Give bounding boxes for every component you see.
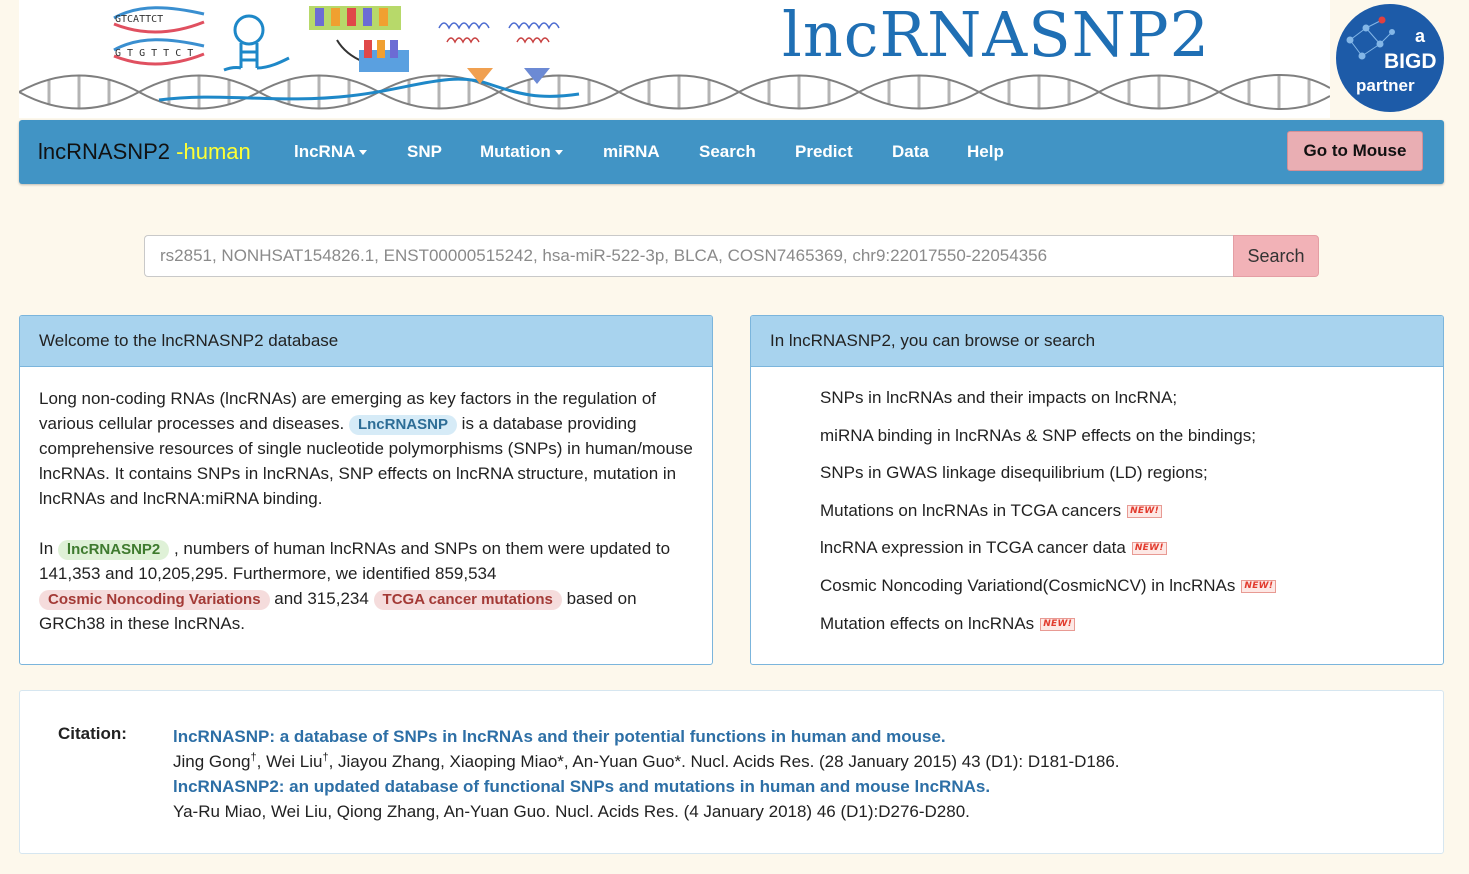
welcome-paragraph-1: Long non-coding RNAs (lncRNAs) are emerg…: [39, 386, 693, 511]
author-text: , Wei Liu: [256, 752, 323, 771]
nav-search-label: Search: [699, 142, 756, 161]
brand-species: -human: [170, 139, 251, 164]
citation-link-lncrnasnp2[interactable]: lncRNASNP2: an updated database of funct…: [173, 774, 1120, 799]
list-item[interactable]: lncRNA expression in TCGA cancer data NEW…: [820, 535, 1443, 573]
nav-snp-label: SNP: [407, 142, 442, 161]
browse-panel: In lncRNASNP2, you can browse or search …: [750, 315, 1444, 665]
nav-search[interactable]: Search: [699, 142, 756, 162]
citation-panel: Citation: lncRNASNP: a database of SNPs …: [19, 690, 1444, 854]
list-item-text: Mutations on lncRNAs in TCGA cancers: [820, 500, 1122, 520]
nav-data-label: Data: [892, 142, 929, 161]
welcome-panel: Welcome to the lncRNASNP2 database Long …: [19, 315, 713, 665]
nav-mirna-label: miRNA: [603, 142, 660, 161]
header-banner: GTCATTCT G T G T T C T lncRNASNP2: [19, 0, 1330, 118]
list-item-text: SNPs in lncRNAs and their impacts on lnc…: [820, 388, 1178, 407]
nav-mirna[interactable]: miRNA: [603, 142, 660, 162]
nav-data[interactable]: Data: [892, 142, 929, 162]
sequence-top: GTCATTCT: [115, 14, 163, 25]
partner-word: partner: [1356, 76, 1415, 95]
nav-mutation[interactable]: Mutation: [480, 142, 563, 162]
list-item-text: SNPs in GWAS linkage disequilibrium (LD)…: [820, 463, 1208, 483]
nav-snp[interactable]: SNP: [407, 142, 442, 162]
citation-link-lncrnasnp[interactable]: lncRNASNP: a database of SNPs in lncRNAs…: [173, 724, 1120, 749]
list-item-text: Mutation effects on lncRNAs: [820, 613, 1035, 633]
tcga-mutations-tag[interactable]: TCGA cancer mutations: [373, 590, 562, 610]
nav-predict-label: Predict: [795, 142, 853, 161]
chevron-down-icon: [359, 150, 368, 156]
search-button[interactable]: Search: [1233, 235, 1319, 277]
partner-bigd: BIGD: [1384, 50, 1437, 73]
bigd-partner-logo[interactable]: a BIGD partner: [1336, 4, 1444, 112]
list-item[interactable]: miRNA binding in lncRNAs & SNP effects o…: [820, 423, 1443, 461]
list-item-text: lncRNA expression in TCGA cancer data: [820, 538, 1126, 558]
search-input[interactable]: [144, 235, 1233, 277]
welcome-text: and 315,234: [269, 589, 374, 608]
new-badge-icon: NEW!: [1127, 504, 1163, 518]
welcome-heading: Welcome to the lncRNASNP2 database: [20, 316, 712, 367]
nav-predict[interactable]: Predict: [795, 142, 853, 162]
list-item-text: Cosmic Noncoding Variationd(CosmicNCV) i…: [820, 575, 1236, 595]
navbar-brand[interactable]: lncRNASNP2 -human: [38, 139, 251, 165]
search-bar: Search: [144, 235, 1319, 277]
main-navbar: lncRNASNP2 -human lncRNA SNP Mutation mi…: [19, 120, 1444, 184]
nav-mutation-label: Mutation: [480, 142, 551, 161]
citation-authors-1: Jing Gong†, Wei Liu†, Jiayou Zhang, Xiao…: [173, 749, 1120, 774]
list-item[interactable]: Cosmic Noncoding Variationd(CosmicNCV) i…: [820, 573, 1443, 611]
sequence-bottom: G T G T T C T: [115, 48, 193, 59]
brand-name: lncRNASNP2: [38, 139, 171, 164]
citation-authors-2: Ya-Ru Miao, Wei Liu, Qiong Zhang, An-Yua…: [173, 802, 970, 821]
cosmic-noncoding-tag[interactable]: Cosmic Noncoding Variations: [39, 590, 270, 610]
list-item-text: miRNA binding in lncRNAs & SNP effects o…: [820, 425, 1256, 445]
nav-help[interactable]: Help: [967, 142, 1004, 162]
list-item[interactable]: Mutation effects on lncRNAs NEW!: [820, 611, 1443, 649]
new-badge-icon: NEW!: [1040, 617, 1076, 631]
list-item[interactable]: SNPs in lncRNAs and their impacts on lnc…: [820, 385, 1443, 423]
nav-lncrna[interactable]: lncRNA: [294, 142, 368, 162]
go-to-mouse-button[interactable]: Go to Mouse: [1287, 131, 1423, 171]
chevron-down-icon: [554, 150, 563, 156]
new-badge-icon: NEW!: [1131, 542, 1167, 556]
welcome-paragraph-2: In lncRNASNP2 , numbers of human lncRNAs…: [39, 536, 693, 636]
lncrnasnp-tag[interactable]: LncRNASNP: [348, 415, 457, 435]
new-badge-icon: NEW!: [1241, 579, 1277, 593]
welcome-text: In: [39, 539, 58, 558]
list-item[interactable]: SNPs in GWAS linkage disequilibrium (LD)…: [820, 460, 1443, 498]
author-text: , Jiayou Zhang, Xiaoping Miao*, An-Yuan …: [328, 752, 1120, 771]
citation-label: Citation:: [58, 724, 127, 743]
citation-body: lncRNASNP: a database of SNPs in lncRNAs…: [173, 724, 1120, 824]
welcome-body: Long non-coding RNAs (lncRNAs) are emerg…: [20, 367, 712, 636]
author-text: Jing Gong: [173, 752, 251, 771]
partner-a: a: [1415, 26, 1426, 46]
browse-list: SNPs in lncRNAs and their impacts on lnc…: [751, 367, 1443, 648]
nav-help-label: Help: [967, 142, 1004, 161]
lncrnasnp2-tag[interactable]: lncRNASNP2: [57, 540, 170, 560]
site-title: lncRNASNP2: [782, 0, 1211, 71]
browse-heading: In lncRNASNP2, you can browse or search: [751, 316, 1443, 367]
nav-lncrna-label: lncRNA: [294, 142, 356, 161]
list-item[interactable]: Mutations on lncRNAs in TCGA cancers NEW!: [820, 498, 1443, 536]
